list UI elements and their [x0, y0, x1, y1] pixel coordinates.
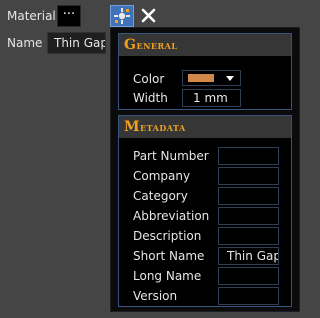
material-label: Material	[7, 9, 56, 23]
metadata-field-label: Description	[133, 229, 202, 243]
general-section: General Color Width 1 mm	[118, 33, 292, 110]
metadata-field-label: Category	[133, 189, 188, 203]
general-section-header: General	[119, 34, 291, 56]
name-field[interactable]: Thin Gap	[47, 32, 106, 54]
description-field[interactable]	[218, 227, 279, 245]
width-field[interactable]: 1 mm	[182, 89, 241, 107]
metadata-field-label: Abbreviation	[133, 209, 210, 223]
color-picker-button[interactable]	[182, 70, 241, 86]
width-label: Width	[133, 91, 168, 105]
category-field[interactable]	[218, 187, 279, 205]
material-picker-button[interactable]	[110, 5, 134, 27]
metadata-field-label: Company	[133, 169, 191, 183]
material-properties-panel: General Color Width 1 mm Metadata Part N…	[110, 27, 300, 312]
color-label: Color	[133, 72, 165, 86]
general-title: eneral	[136, 38, 178, 52]
version-field[interactable]	[218, 287, 279, 305]
abbreviation-field[interactable]	[218, 207, 279, 225]
metadata-field-label: Short Name	[133, 249, 205, 263]
company-field[interactable]	[218, 167, 279, 185]
close-icon	[141, 8, 156, 23]
metadata-field-label: Long Name	[133, 269, 202, 283]
material-picker-icon	[114, 8, 130, 24]
metadata-title-cap: M	[124, 119, 140, 135]
short-name-field[interactable]: Thin Gap	[218, 247, 279, 265]
color-swatch	[188, 74, 214, 82]
name-label: Name	[7, 36, 43, 50]
metadata-field-label: Part Number	[133, 149, 209, 163]
long-name-field[interactable]	[218, 267, 279, 285]
general-title-cap: G	[124, 37, 137, 53]
metadata-section: Metadata Part Number Company Category Ab…	[118, 115, 292, 307]
chevron-down-icon	[226, 76, 234, 81]
metadata-field-label: Version	[133, 289, 178, 303]
metadata-title: etadata	[140, 120, 186, 134]
metadata-section-header: Metadata	[119, 116, 291, 138]
part-number-field[interactable]	[218, 147, 279, 165]
material-browse-button[interactable]: ···	[57, 5, 81, 27]
close-button[interactable]	[139, 4, 159, 26]
